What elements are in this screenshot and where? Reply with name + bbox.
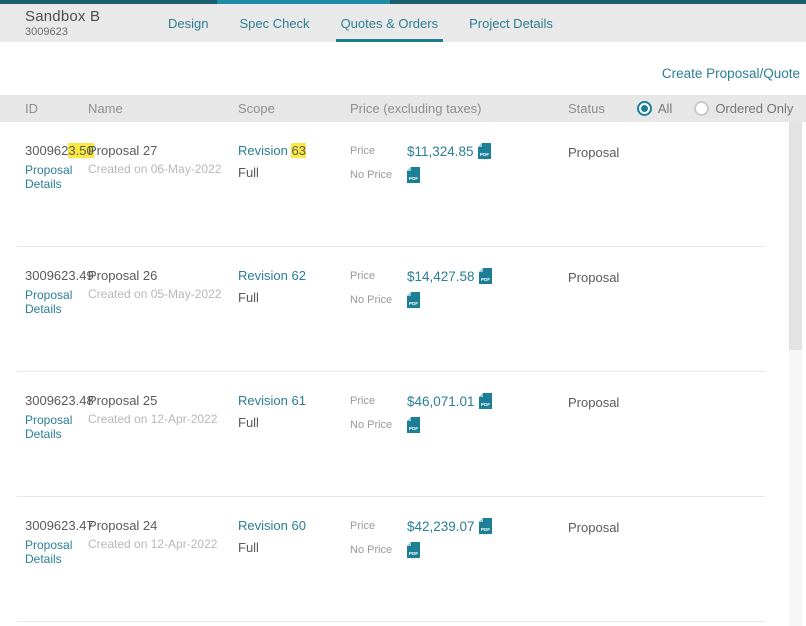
price-label: Price [350, 268, 407, 282]
no-price-label: No Price [350, 292, 407, 306]
proposal-id: 3009623.49 [25, 268, 88, 283]
svg-text:PDF: PDF [409, 551, 418, 556]
svg-text:PDF: PDF [480, 527, 489, 532]
radio-option-ordered-only[interactable]: Ordered Only [694, 101, 793, 116]
price-label: Price [350, 143, 407, 157]
pdf-icon[interactable]: PDF [407, 167, 420, 183]
svg-text:PDF: PDF [409, 426, 418, 431]
proposal-name: Proposal 25 [88, 393, 238, 408]
proposal-id-text: 3009623.47 [25, 518, 94, 533]
no-price-label: No Price [350, 542, 407, 556]
svg-text:PDF: PDF [409, 301, 418, 306]
created-date: Created on 12-Apr-2022 [88, 537, 238, 551]
pdf-icon[interactable]: PDF [478, 143, 491, 159]
tab-spec-check[interactable]: Spec Check [239, 4, 309, 42]
scrollbar-thumb[interactable] [789, 122, 802, 350]
project-name: Sandbox B [25, 8, 100, 25]
pdf-icon[interactable]: PDF [407, 542, 420, 558]
column-header-name: Name [88, 101, 238, 116]
app-header: Sandbox B 3009623 Design Spec Check Quot… [0, 4, 806, 42]
no-price-label: No Price [350, 417, 407, 431]
scope-type: Full [238, 415, 350, 430]
proposal-details-link[interactable]: Proposal Details [25, 288, 88, 316]
revision-line: Revision 60 [238, 518, 350, 533]
created-date: Created on 05-May-2022 [88, 287, 238, 301]
revision-line: Revision 63 [238, 143, 350, 158]
radio-all-icon[interactable] [637, 101, 652, 116]
proposal-id: 3009623.50 [25, 143, 88, 158]
scope-type: Full [238, 165, 350, 180]
table-row: 3009623.48 Proposal Details Proposal 25 … [0, 372, 806, 497]
status-value: Proposal [568, 393, 806, 497]
proposal-details-link[interactable]: Proposal Details [25, 413, 88, 441]
status-value: Proposal [568, 518, 806, 622]
proposal-name: Proposal 27 [88, 143, 238, 158]
radio-ordered-only-icon[interactable] [694, 101, 709, 116]
table-row: 3009623.50 Proposal Details Proposal 27 … [0, 122, 806, 247]
revision-link[interactable]: Revision 60 [238, 518, 306, 533]
status-filter-label: Status [568, 101, 605, 116]
status-value: Proposal [568, 268, 806, 372]
price-value-link[interactable]: $14,427.58 [407, 269, 475, 284]
revision-link[interactable]: Revision [238, 143, 291, 158]
pdf-icon[interactable]: PDF [479, 268, 492, 284]
proposal-details-link[interactable]: Proposal Details [25, 163, 88, 191]
proposal-id: 3009623.48 [25, 393, 88, 408]
tab-bar: Design Spec Check Quotes & Orders Projec… [168, 4, 553, 42]
radio-all-label: All [658, 101, 672, 116]
proposal-details-link[interactable]: Proposal Details [25, 538, 88, 566]
pdf-icon[interactable]: PDF [479, 393, 492, 409]
tab-quotes-orders[interactable]: Quotes & Orders [341, 4, 439, 42]
proposal-id: 3009623.47 [25, 518, 88, 533]
created-date: Created on 06-May-2022 [88, 162, 238, 176]
created-date: Created on 12-Apr-2022 [88, 412, 238, 426]
column-header-status: Status All Ordered Only [568, 101, 806, 116]
proposal-name: Proposal 24 [88, 518, 238, 533]
revision-line: Revision 61 [238, 393, 350, 408]
svg-text:PDF: PDF [480, 402, 489, 407]
pdf-icon[interactable]: PDF [479, 518, 492, 534]
pdf-icon[interactable]: PDF [407, 292, 420, 308]
proposal-id-text: 300962 [25, 143, 68, 158]
price-label: Price [350, 518, 407, 532]
no-price-label: No Price [350, 167, 407, 181]
revision-line: Revision 62 [238, 268, 350, 283]
radio-ordered-only-label: Ordered Only [715, 101, 793, 116]
create-proposal-quote-link[interactable]: Create Proposal/Quote [662, 66, 800, 81]
price-value-link[interactable]: $42,239.07 [407, 519, 475, 534]
status-filter-group: All Ordered Only [637, 101, 794, 116]
project-title-block: Sandbox B 3009623 [25, 8, 100, 38]
price-value-link[interactable]: $46,071.01 [407, 394, 475, 409]
price-value-link[interactable]: $11,324.85 [407, 144, 474, 159]
column-header-scope: Scope [238, 101, 350, 116]
column-header-id: ID [0, 101, 88, 116]
table-row: 3009623.49 Proposal Details Proposal 26 … [0, 247, 806, 372]
table-header: ID Name Scope Price (excluding taxes) St… [0, 95, 806, 122]
scope-type: Full [238, 290, 350, 305]
tab-project-details[interactable]: Project Details [469, 4, 553, 42]
proposal-name: Proposal 26 [88, 268, 238, 283]
vertical-scrollbar[interactable] [789, 122, 802, 626]
svg-text:PDF: PDF [479, 152, 488, 157]
revision-link[interactable]: Revision 62 [238, 268, 306, 283]
scope-type: Full [238, 540, 350, 555]
pdf-icon[interactable]: PDF [407, 417, 420, 433]
radio-option-all[interactable]: All [637, 101, 672, 116]
status-value: Proposal [568, 143, 806, 247]
column-header-price: Price (excluding taxes) [350, 101, 568, 116]
table-row: 3009623.47 Proposal Details Proposal 24 … [0, 497, 806, 622]
quotes-table-body: 3009623.50 Proposal Details Proposal 27 … [0, 122, 806, 622]
project-number: 3009623 [25, 26, 100, 38]
search-highlight: 63 [291, 143, 305, 158]
price-label: Price [350, 393, 407, 407]
svg-text:PDF: PDF [409, 176, 418, 181]
svg-text:PDF: PDF [480, 277, 489, 282]
revision-link[interactable]: Revision 61 [238, 393, 306, 408]
tab-design[interactable]: Design [168, 4, 208, 42]
proposal-id-text: 3009623.48 [25, 393, 94, 408]
proposal-id-text: 3009623.49 [25, 268, 94, 283]
